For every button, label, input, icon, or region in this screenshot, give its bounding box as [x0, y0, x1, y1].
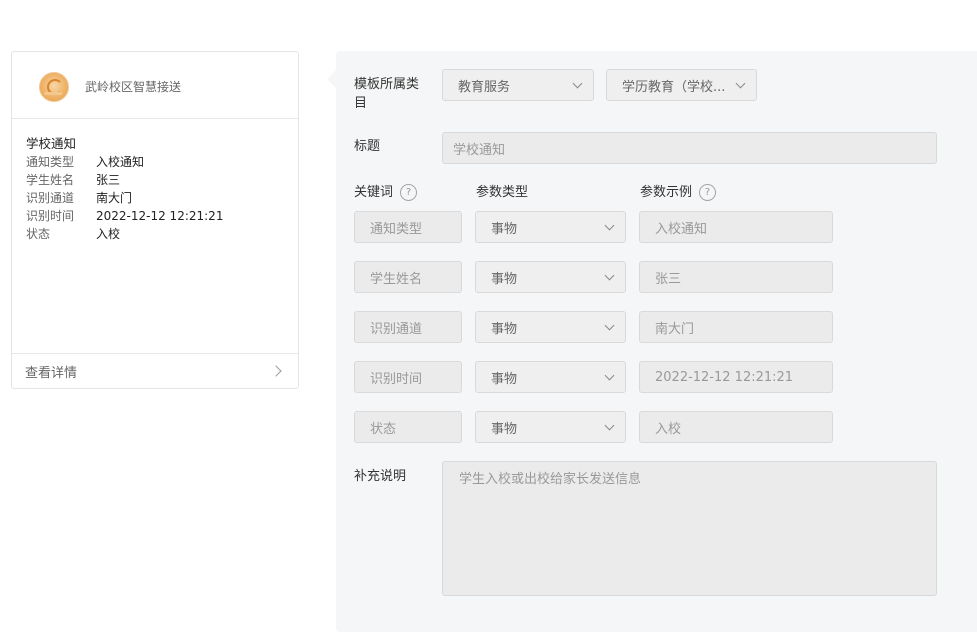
param-keyword-input[interactable]: 识别通道 — [354, 311, 462, 343]
param-type-value: 事物 — [491, 371, 518, 387]
notes-label: 补充说明 — [354, 469, 407, 484]
template-form-panel: 模板所属类目 教育服务 学历教育（学校... 标题 学校通知 关键词? 参数类型… — [327, 51, 977, 632]
param-type-select[interactable]: 事物 — [475, 361, 626, 393]
param-type-value: 事物 — [491, 221, 518, 237]
category-secondary-value: 学历教育（学校... — [622, 79, 726, 95]
param-example-header-label: 参数示例 — [640, 185, 693, 200]
param-example-input[interactable]: 张三 — [639, 261, 833, 293]
param-type-value: 事物 — [491, 321, 518, 337]
param-example-value: 南大门 — [655, 321, 695, 337]
param-keyword-input[interactable]: 识别时间 — [354, 361, 462, 393]
param-example-header: 参数示例? — [640, 183, 717, 202]
notes-textarea[interactable]: 学生入校或出校给家长发送信息 — [442, 461, 937, 596]
help-icon[interactable]: ? — [699, 184, 717, 201]
param-type-value: 事物 — [491, 271, 518, 287]
field-label: 通知类型 — [26, 155, 75, 169]
preview-field-row: 通知类型 入校通知 — [26, 153, 298, 171]
param-example-input[interactable]: 入校通知 — [639, 211, 833, 243]
category-primary-value: 教育服务 — [458, 79, 511, 95]
keyword-header-label: 关键词 — [354, 185, 394, 200]
preview-title: 学校通知 — [26, 136, 77, 151]
preview-header: 武岭校区智慧接送 — [12, 52, 298, 119]
param-example-input[interactable]: 2022-12-12 12:21:21 — [639, 361, 833, 393]
panel-pointer — [327, 70, 336, 88]
title-label: 标题 — [354, 139, 381, 154]
param-type-header: 参数类型 — [476, 185, 529, 200]
message-preview-card: 武岭校区智慧接送 学校通知 通知类型 入校通知 学生姓名 张三 识别通道 南大门… — [11, 51, 299, 389]
param-keyword-value: 识别通道 — [370, 321, 423, 337]
param-example-value: 入校 — [655, 421, 682, 437]
keyword-header: 关键词? — [354, 183, 418, 202]
chevron-down-icon — [604, 220, 615, 231]
preview-field-row: 学生姓名 张三 — [26, 171, 298, 189]
chevron-down-icon — [604, 320, 615, 331]
view-details-label: 查看详情 — [25, 365, 78, 381]
param-type-select[interactable]: 事物 — [475, 311, 626, 343]
field-label: 识别时间 — [26, 209, 75, 223]
chevron-down-icon — [604, 420, 615, 431]
field-label: 学生姓名 — [26, 173, 75, 187]
param-keyword-input[interactable]: 学生姓名 — [354, 261, 462, 293]
param-keyword-value: 状态 — [370, 421, 397, 437]
param-keyword-value: 通知类型 — [370, 221, 423, 237]
field-label: 状态 — [26, 227, 51, 241]
param-keyword-input[interactable]: 状态 — [354, 411, 462, 443]
title-input[interactable]: 学校通知 — [442, 132, 937, 164]
chevron-down-icon — [572, 78, 583, 89]
help-icon[interactable]: ? — [400, 184, 418, 201]
preview-field-row: 识别通道 南大门 — [26, 189, 298, 207]
preview-field-row: 状态 入校 — [26, 225, 298, 243]
chevron-down-icon — [604, 370, 615, 381]
field-label: 识别通道 — [26, 191, 75, 205]
field-value: 入校 — [96, 227, 121, 241]
category-label: 模板所属类目 — [354, 77, 420, 111]
param-example-value: 张三 — [655, 271, 682, 287]
param-keyword-value: 识别时间 — [370, 371, 423, 387]
category-primary-select[interactable]: 教育服务 — [442, 69, 594, 101]
param-keyword-input[interactable]: 通知类型 — [354, 211, 462, 243]
view-details-link[interactable]: 查看详情 — [12, 353, 298, 388]
school-logo-icon — [39, 72, 69, 102]
param-keyword-value: 学生姓名 — [370, 271, 423, 287]
account-name: 武岭校区智慧接送 — [85, 80, 182, 94]
chevron-right-icon — [270, 365, 282, 377]
preview-body: 学校通知 通知类型 入校通知 学生姓名 张三 识别通道 南大门 识别时间 202… — [12, 119, 298, 243]
param-example-value: 入校通知 — [655, 221, 708, 237]
field-value: 2022-12-12 12:21:21 — [96, 209, 224, 223]
param-type-select[interactable]: 事物 — [475, 211, 626, 243]
chevron-down-icon — [735, 78, 746, 89]
param-example-input[interactable]: 入校 — [639, 411, 833, 443]
field-value: 入校通知 — [96, 155, 145, 169]
field-value: 南大门 — [96, 191, 133, 205]
title-input-value: 学校通知 — [453, 142, 506, 158]
param-example-input[interactable]: 南大门 — [639, 311, 833, 343]
chevron-down-icon — [604, 270, 615, 281]
param-type-value: 事物 — [491, 421, 518, 437]
param-type-select[interactable]: 事物 — [475, 411, 626, 443]
category-secondary-select[interactable]: 学历教育（学校... — [606, 69, 757, 101]
field-value: 张三 — [96, 173, 121, 187]
param-type-select[interactable]: 事物 — [475, 261, 626, 293]
preview-field-row: 识别时间 2022-12-12 12:21:21 — [26, 207, 298, 225]
param-example-value: 2022-12-12 12:21:21 — [655, 369, 794, 385]
